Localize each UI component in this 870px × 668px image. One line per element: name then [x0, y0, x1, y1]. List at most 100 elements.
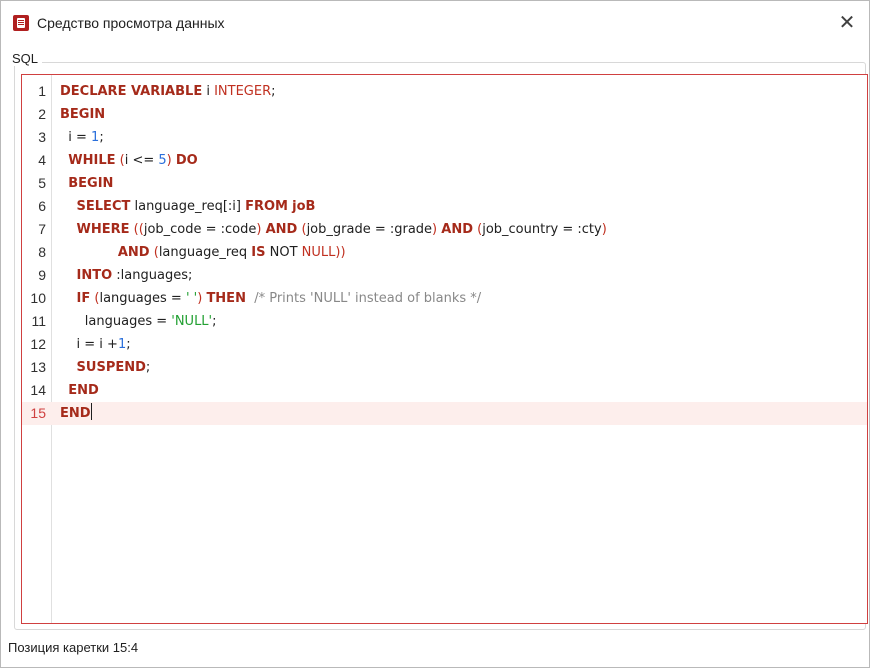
code-line[interactable]: 12 i = i +1; — [22, 333, 867, 356]
database-viewer-icon — [13, 15, 29, 31]
code-text: SUSPEND; — [60, 356, 151, 379]
code-text: WHILE (i <= 5) DO — [60, 149, 198, 172]
code-token: 1 — [117, 337, 127, 352]
code-token: ; — [212, 314, 217, 329]
code-line[interactable]: 10 IF (languages = ' ') THEN /* Prints '… — [22, 287, 867, 310]
code-text: END — [60, 379, 99, 402]
code-token: :languages; — [112, 268, 193, 283]
sql-group-label: SQL — [8, 51, 43, 66]
code-token: AND — [265, 222, 298, 237]
code-token: ; — [271, 84, 276, 99]
code-line[interactable]: 6 SELECT language_req[:i] FROM joB — [22, 195, 867, 218]
code-token: DECLARE VARIABLE — [60, 84, 203, 99]
code-text: BEGIN — [60, 103, 105, 126]
code-token: (( — [133, 222, 144, 237]
line-number: 8 — [38, 244, 46, 260]
code-token: INTO — [76, 268, 113, 283]
line-number: 3 — [38, 129, 46, 145]
code-token: END — [68, 383, 99, 398]
code-text: i = i +1; — [60, 333, 131, 356]
code-token: languages = — [99, 291, 186, 306]
code-token: NOT — [265, 245, 302, 260]
code-line[interactable]: 11 languages = 'NULL'; — [22, 310, 867, 333]
code-line[interactable]: 14 END — [22, 379, 867, 402]
code-token: i = i + — [60, 337, 118, 352]
code-text: WHERE ((job_code = :code) AND (job_grade… — [60, 218, 607, 241]
title-bar: Средство просмотра данных ✕ — [1, 1, 869, 47]
code-token: job_country = :cty — [482, 222, 602, 237]
code-text: DECLARE VARIABLE i INTEGER; — [60, 80, 276, 103]
text-caret — [90, 403, 92, 420]
code-token: ; — [99, 130, 104, 145]
code-token: i = — [60, 130, 92, 145]
code-text: SELECT language_req[:i] FROM joB — [60, 195, 316, 218]
code-line[interactable]: 15 END — [22, 402, 867, 425]
code-token: DO — [175, 153, 198, 168]
code-line[interactable]: 1 DECLARE VARIABLE i INTEGER; — [22, 80, 867, 103]
code-text: i = 1; — [60, 126, 104, 149]
code-token: AND — [117, 245, 150, 260]
code-token: job_grade = :grade — [306, 222, 433, 237]
code-token: i <= — [124, 153, 159, 168]
code-line[interactable]: 3 i = 1; — [22, 126, 867, 149]
code-token: ; — [126, 337, 131, 352]
window-title: Средство просмотра данных — [37, 15, 225, 31]
code-token: language_req[:i] — [130, 199, 246, 214]
code-text: END — [60, 402, 92, 425]
code-token: i — [202, 84, 215, 99]
code-text: languages = 'NULL'; — [60, 310, 217, 333]
code-token: joB — [292, 199, 316, 214]
code-line[interactable]: 2 BEGIN — [22, 103, 867, 126]
code-token: BEGIN — [60, 107, 106, 122]
code-token: WHERE — [76, 222, 130, 237]
code-token: job_code = :code — [143, 222, 257, 237]
code-token: ; — [145, 360, 151, 375]
code-text: BEGIN — [60, 172, 113, 195]
code-token: BEGIN — [68, 176, 114, 191]
line-number: 1 — [38, 83, 46, 99]
caret-position-status: Позиция каретки 15:4 — [8, 640, 139, 655]
code-line[interactable]: 4 WHILE (i <= 5) DO — [22, 149, 867, 172]
code-token: NULL)) — [301, 245, 346, 260]
code-token: WHILE — [68, 153, 116, 168]
code-token: language_req — [158, 245, 252, 260]
code-token: AND — [441, 222, 473, 237]
code-token: SELECT — [76, 199, 131, 214]
line-number: 9 — [38, 267, 46, 283]
code-token: 5 — [158, 153, 167, 168]
code-text: AND (language_req IS NOT NULL)) — [60, 241, 346, 264]
code-token: IS — [251, 245, 266, 260]
line-number: 12 — [30, 336, 46, 352]
code-line[interactable]: 13 SUSPEND; — [22, 356, 867, 379]
line-number: 11 — [31, 313, 46, 329]
code-token: ) — [601, 222, 607, 237]
code-text: IF (languages = ' ') THEN /* Prints 'NUL… — [60, 287, 482, 310]
line-number: 5 — [38, 175, 46, 191]
code-line[interactable]: 8 AND (language_req IS NOT NULL)) — [22, 241, 867, 264]
code-token: IF — [76, 291, 91, 306]
code-token: /* Prints 'NULL' instead of blanks */ — [254, 291, 482, 306]
line-number: 7 — [38, 221, 46, 237]
line-number: 4 — [38, 152, 46, 168]
sql-editor[interactable]: 1 DECLARE VARIABLE i INTEGER; 2 BEGIN 3 i = … — [21, 74, 868, 624]
line-number: 14 — [30, 382, 46, 398]
code-line[interactable]: 5 BEGIN — [22, 172, 867, 195]
code-token: FROM — [245, 199, 288, 214]
code-token: ' ' — [185, 291, 198, 306]
code-text: INTO :languages; — [60, 264, 193, 287]
code-line[interactable]: 7 WHERE ((job_code = :code) AND (job_gra… — [22, 218, 867, 241]
code-token: THEN — [206, 291, 246, 306]
line-number: 6 — [38, 198, 46, 214]
code-token: SUSPEND — [76, 360, 146, 375]
line-number: 15 — [30, 405, 46, 421]
code-line[interactable]: 9 INTO :languages; — [22, 264, 867, 287]
close-icon[interactable]: ✕ — [833, 9, 861, 37]
code-token: END — [60, 406, 91, 421]
